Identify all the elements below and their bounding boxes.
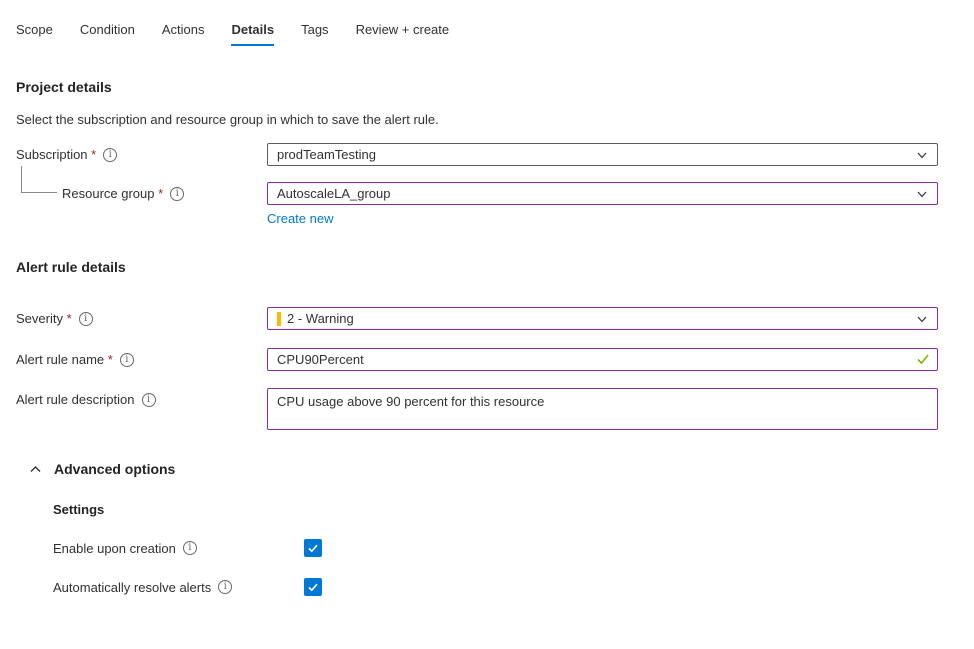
enable-upon-creation-label: Enable upon creation	[53, 541, 176, 556]
resource-group-row: Resource group * i AutoscaleLA_group Cre…	[16, 182, 974, 228]
enable-upon-creation-checkbox[interactable]	[304, 539, 322, 557]
alert-rule-description-label-group: Alert rule description i	[16, 388, 267, 407]
automatically-resolve-alerts-row: Automatically resolve alerts i	[53, 578, 974, 596]
resource-group-value: AutoscaleLA_group	[277, 186, 390, 201]
required-marker: *	[67, 311, 72, 326]
severity-label: Severity *	[16, 311, 72, 326]
tab-scope[interactable]: Scope	[16, 22, 53, 46]
check-icon	[307, 542, 319, 554]
required-marker: *	[91, 147, 96, 162]
info-icon[interactable]: i	[218, 580, 232, 594]
automatically-resolve-alerts-label-group: Automatically resolve alerts i	[53, 580, 304, 595]
settings-heading: Settings	[53, 502, 974, 517]
info-icon[interactable]: i	[120, 353, 134, 367]
subscription-label-group: Subscription * i	[16, 143, 267, 162]
check-icon	[307, 581, 319, 593]
alert-rule-name-label: Alert rule name *	[16, 352, 113, 367]
info-icon[interactable]: i	[170, 187, 184, 201]
severity-label-group: Severity * i	[16, 307, 267, 326]
severity-value: 2 - Warning	[287, 311, 354, 326]
info-icon[interactable]: i	[142, 393, 156, 407]
advanced-options-heading: Advanced options	[54, 461, 175, 477]
chevron-down-icon	[916, 188, 928, 200]
alert-rule-name-row: Alert rule name * i	[16, 348, 974, 371]
severity-select[interactable]: 2 - Warning	[267, 307, 938, 330]
alert-rule-description-label: Alert rule description	[16, 392, 135, 407]
tab-actions[interactable]: Actions	[162, 22, 205, 46]
subscription-select[interactable]: prodTeamTesting	[267, 143, 938, 166]
enable-upon-creation-row: Enable upon creation i	[53, 539, 974, 557]
required-marker: *	[158, 186, 163, 201]
chevron-down-icon	[916, 313, 928, 325]
alert-rule-details-heading: Alert rule details	[16, 259, 974, 275]
subscription-label: Subscription *	[16, 147, 96, 162]
chevron-up-icon	[29, 463, 42, 476]
alert-rule-name-label-group: Alert rule name * i	[16, 348, 267, 367]
validation-success-check-icon	[916, 352, 930, 371]
hierarchy-connector-line	[21, 166, 57, 193]
project-details-description: Select the subscription and resource gro…	[16, 112, 974, 127]
tab-tags[interactable]: Tags	[301, 22, 328, 46]
automatically-resolve-alerts-checkbox[interactable]	[304, 578, 322, 596]
alert-rule-description-textarea[interactable]: CPU usage above 90 percent for this reso…	[267, 388, 938, 430]
chevron-down-icon	[916, 149, 928, 161]
create-new-link[interactable]: Create new	[267, 211, 333, 226]
resource-group-label: Resource group *	[62, 186, 163, 201]
enable-upon-creation-label-group: Enable upon creation i	[53, 541, 304, 556]
subscription-value: prodTeamTesting	[277, 147, 376, 162]
info-icon[interactable]: i	[79, 312, 93, 326]
tab-condition[interactable]: Condition	[80, 22, 135, 46]
resource-group-label-group: Resource group * i	[16, 182, 267, 201]
severity-row: Severity * i 2 - Warning	[16, 307, 974, 330]
tab-review-create[interactable]: Review + create	[356, 22, 450, 46]
automatically-resolve-alerts-label: Automatically resolve alerts	[53, 580, 211, 595]
tab-details[interactable]: Details	[231, 22, 274, 46]
info-icon[interactable]: i	[103, 148, 117, 162]
project-details-heading: Project details	[16, 79, 974, 95]
subscription-row: Subscription * i prodTeamTesting	[16, 143, 974, 166]
required-marker: *	[108, 352, 113, 367]
info-icon[interactable]: i	[183, 541, 197, 555]
resource-group-select[interactable]: AutoscaleLA_group	[267, 182, 938, 205]
severity-warning-bar-icon	[277, 312, 281, 326]
tab-bar: Scope Condition Actions Details Tags Rev…	[0, 0, 974, 46]
alert-rule-description-row: Alert rule description i CPU usage above…	[16, 388, 974, 435]
alert-rule-name-input[interactable]	[267, 348, 938, 371]
advanced-options-toggle[interactable]: Advanced options	[29, 461, 974, 477]
